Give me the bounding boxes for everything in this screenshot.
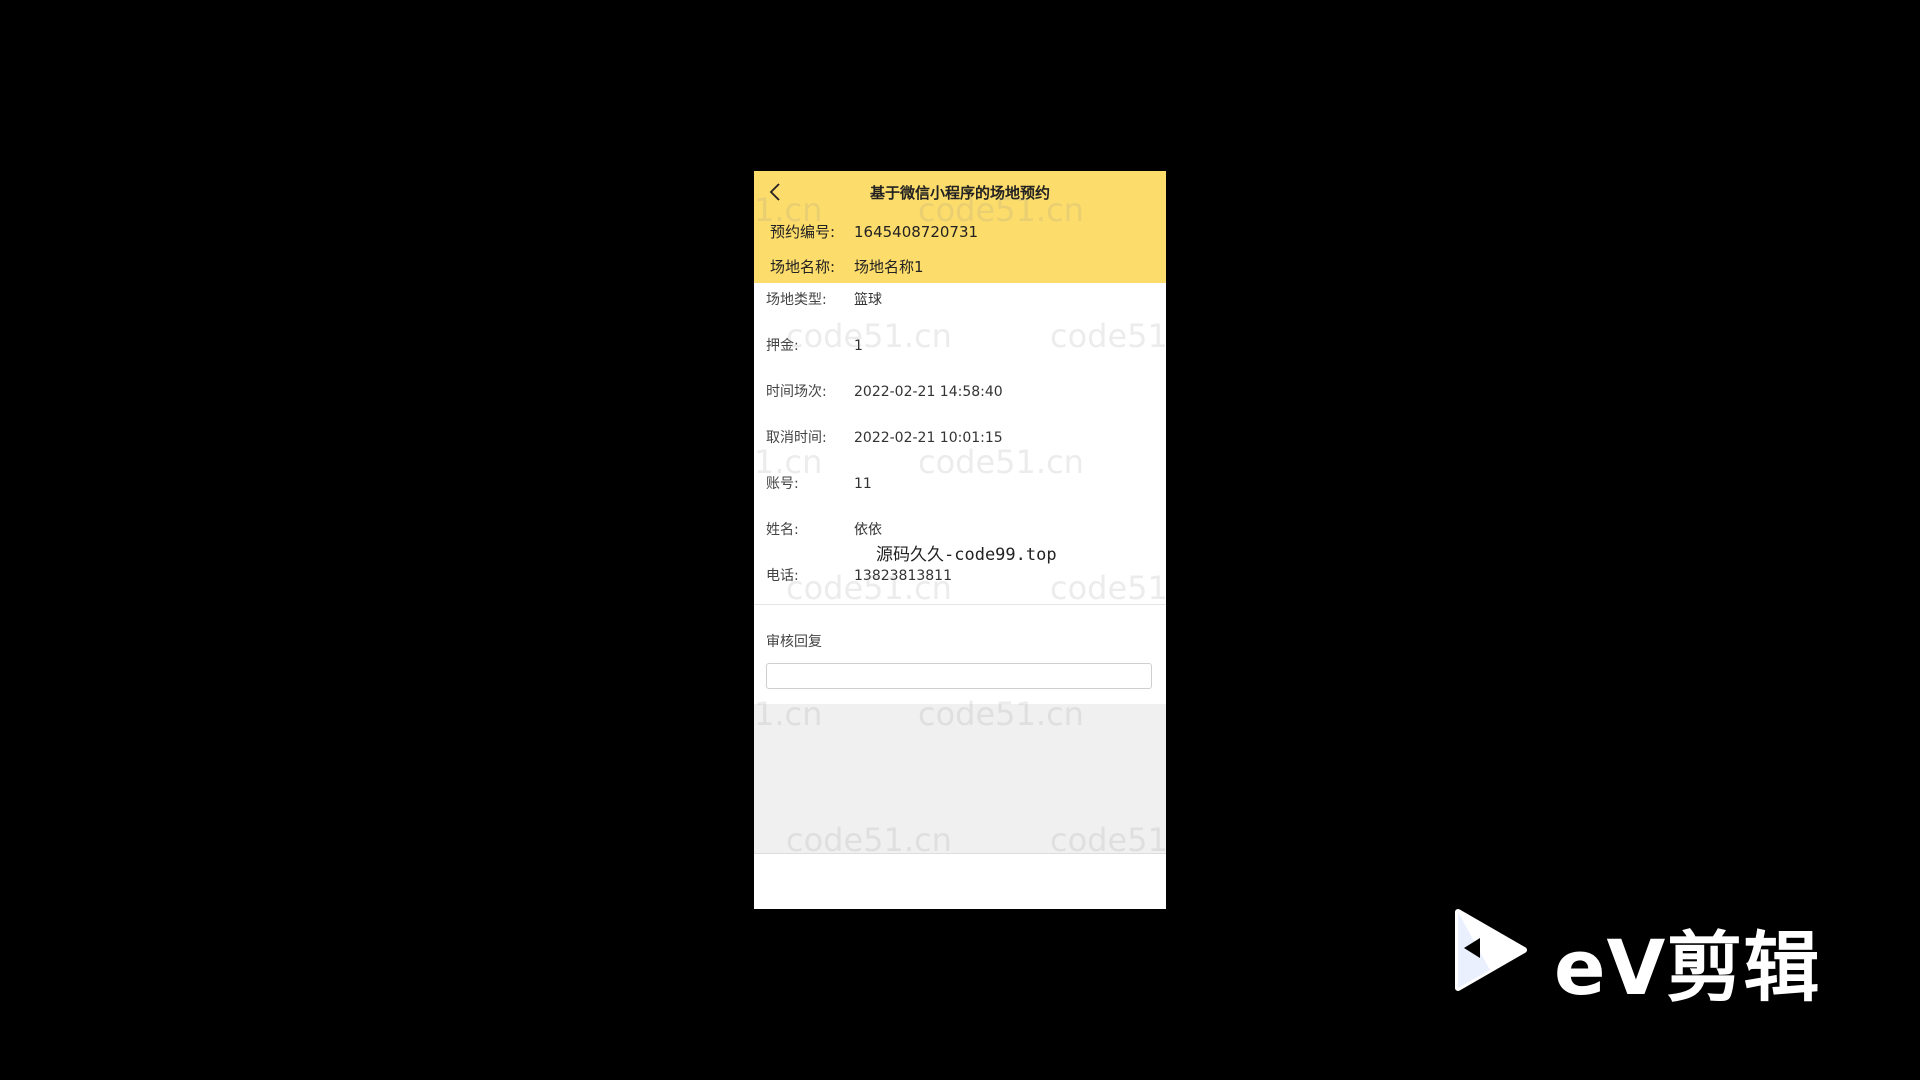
watermark: code51.cn [1050,317,1166,355]
field-label: 姓名: [766,522,799,538]
section-divider [754,604,1166,605]
field-name: 姓名: 依依 [766,519,882,539]
review-reply-label: 审核回复 [766,634,822,650]
review-reply-input[interactable] [766,663,1152,689]
field-value: 11 [854,476,872,492]
field-label: 电话: [766,568,799,584]
venue-name-label: 场地名称: [770,258,836,276]
field-value: 依依 [854,522,882,538]
nav-bar: 基于微信小程序的场地预约 [754,171,1166,213]
field-label: 取消时间: [766,430,827,446]
field-label: 押金: [766,338,799,354]
field-deposit: 押金: 1 [766,335,863,355]
field-label: 场地类型: [766,292,827,308]
source-watermark-text: 源码久久-code99.top [876,545,1057,565]
field-label: 账号: [766,476,799,492]
field-value: 13823813811 [854,568,952,584]
booking-number-row: 预约编号: 1645408720731 [770,221,978,242]
field-phone: 电话: 13823813811 [766,565,952,585]
empty-panel [754,704,1166,854]
field-label: 时间场次: [766,384,827,400]
field-account: 账号: 11 [766,473,872,493]
field-value: 篮球 [854,292,882,308]
field-venue-type: 场地类型: 篮球 [766,289,882,309]
field-value: 1 [854,338,863,354]
venue-name-value: 场地名称1 [854,258,924,276]
venue-name-row: 场地名称: 场地名称1 [770,256,924,277]
field-time-slot: 时间场次: 2022-02-21 14:58:40 [766,381,1003,401]
watermark: code51.cn [1050,569,1166,607]
play-icon [1455,909,1527,991]
header-panel: 基于微信小程序的场地预约 预约编号: 1645408720731 场地名称: 场地名… [754,171,1166,283]
booking-number-value: 1645408720731 [854,223,979,241]
ev-logo-text: eV剪辑 [1554,923,1821,1012]
ev-logo: eV剪辑 [1450,900,1830,1012]
field-value: 2022-02-21 10:01:15 [854,430,1003,446]
watermark: code51.cn [918,443,1084,481]
page-title: 基于微信小程序的场地预约 [869,184,1050,202]
booking-number-label: 预约编号: [770,223,836,241]
field-cancel-time: 取消时间: 2022-02-21 10:01:15 [766,427,1003,447]
field-value: 2022-02-21 14:58:40 [854,384,1003,400]
